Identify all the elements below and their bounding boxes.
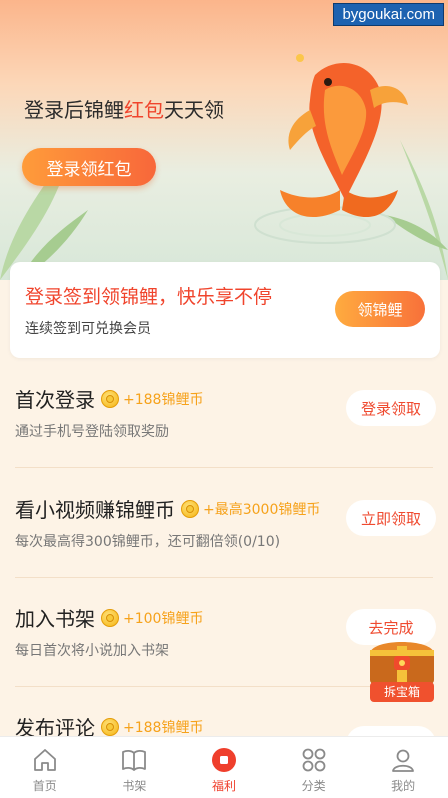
coin-icon <box>101 608 119 627</box>
tab-home[interactable]: 首页 <box>0 737 90 798</box>
task-reward: +188锦鲤币 <box>123 719 204 736</box>
treasure-label: 拆宝箱 <box>370 682 434 702</box>
treasure-chest-icon <box>370 642 434 684</box>
category-icon <box>302 748 325 772</box>
tab-bookshelf[interactable]: 书架 <box>90 737 180 798</box>
banner: bygoukai.com 登录后锦鲤红包天天领 登录领红包 <box>0 0 448 280</box>
tab-label: 首页 <box>32 779 57 793</box>
login-claim-button[interactable]: 登录领取 <box>346 390 436 426</box>
banner-title-text: 登录后锦鲤 <box>24 98 124 122</box>
task-title: 加入书架 <box>15 607 95 631</box>
task-reward: +最高3000锦鲤币 <box>203 501 321 518</box>
signin-title: 登录签到领锦鲤，快乐享不停 <box>25 286 273 308</box>
coin-icon <box>101 389 119 408</box>
signin-subtitle: 连续签到可兑换会员 <box>25 321 151 337</box>
task-reward: +100锦鲤币 <box>123 610 204 627</box>
coin-icon <box>101 717 119 736</box>
task-reward: +188锦鲤币 <box>123 391 204 408</box>
profile-icon <box>392 749 415 772</box>
task-title-row: 加入书架 +100锦鲤币 <box>15 603 203 632</box>
task-title-row: 看小视频赚锦鲤币 +最高3000锦鲤币 <box>15 494 320 523</box>
tab-label: 分类 <box>301 779 326 793</box>
tab-category[interactable]: 分类 <box>269 737 359 798</box>
task-item: 看小视频赚锦鲤币 +最高3000锦鲤币 每次最高得300锦鲤币，还可翻倍领(0/… <box>0 468 448 578</box>
task-title-row: 首次登录 +188锦鲤币 <box>15 384 203 413</box>
task-title: 看小视频赚锦鲤币 <box>15 498 175 522</box>
task-subtitle: 通过手机号登陆领取奖励 <box>15 424 169 440</box>
task-subtitle: 每次最高得300锦鲤币，还可翻倍领(0/10) <box>15 534 281 550</box>
tab-label: 福利 <box>211 779 236 793</box>
tab-label: 书架 <box>122 779 147 793</box>
claim-koi-button[interactable]: 领锦鲤 <box>335 291 425 327</box>
home-icon <box>33 749 56 771</box>
task-item: 首次登录 +188锦鲤币 通过手机号登陆领取奖励 登录领取 <box>0 358 448 468</box>
tab-label: 我的 <box>391 779 416 793</box>
koi-fish-illustration <box>280 54 408 218</box>
book-icon <box>122 750 147 771</box>
tab-welfare[interactable]: 福利 <box>179 737 269 798</box>
banner-title-text-end: 天天领 <box>164 98 224 122</box>
task-subtitle: 每日首次将小说加入书架 <box>15 643 169 659</box>
task-title: 首次登录 <box>15 388 95 412</box>
signin-card: 登录签到领锦鲤，快乐享不停 连续签到可兑换会员 领锦鲤 <box>10 262 440 358</box>
banner-title: 登录后锦鲤红包天天领 <box>24 94 224 123</box>
treasure-chest[interactable]: 拆宝箱 <box>364 632 440 704</box>
login-redpacket-button[interactable]: 登录领红包 <box>22 148 156 186</box>
bottom-tab-bar: 首页 书架 福利 分类 我的 <box>0 736 448 798</box>
banner-title-highlight: 红包 <box>124 98 164 122</box>
coin-icon <box>181 499 199 518</box>
claim-now-button[interactable]: 立即领取 <box>346 500 436 536</box>
welfare-icon <box>211 748 236 772</box>
tab-profile[interactable]: 我的 <box>358 737 448 798</box>
watermark: bygoukai.com <box>333 3 444 26</box>
